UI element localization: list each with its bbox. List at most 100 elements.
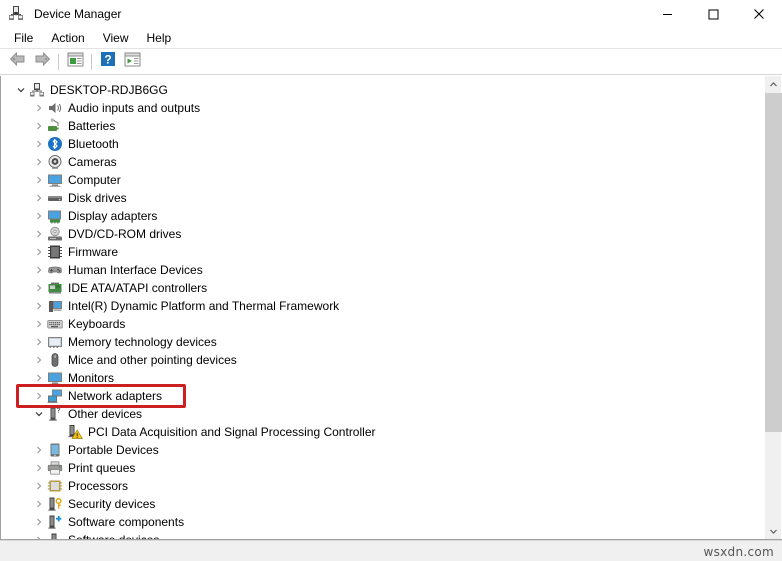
tree-item-label: Mice and other pointing devices (68, 351, 237, 369)
menu-help[interactable]: Help (138, 28, 181, 48)
chevron-right-icon[interactable] (31, 279, 47, 297)
chevron-right-icon[interactable] (31, 153, 47, 171)
back-button[interactable] (6, 51, 30, 73)
tree-item-disk-drives[interactable]: Disk drives (1, 189, 759, 207)
chevron-right-icon[interactable] (31, 387, 47, 405)
chevron-right-icon[interactable] (31, 351, 47, 369)
chevron-down-icon[interactable] (13, 81, 29, 99)
tree-item-portable-devices[interactable]: Portable Devices (1, 441, 759, 459)
minimize-button[interactable] (644, 0, 690, 28)
chevron-right-icon[interactable] (31, 441, 47, 459)
tree-item-intel-dynamic-platform-and-thermal-framework[interactable]: Intel(R) Dynamic Platform and Thermal Fr… (1, 297, 759, 315)
tree-item-processors[interactable]: Processors (1, 477, 759, 495)
tree-item-keyboards[interactable]: Keyboards (1, 315, 759, 333)
chevron-right-icon[interactable] (31, 333, 47, 351)
tree-item-label: Human Interface Devices (68, 261, 203, 279)
tree-item-audio-inputs-and-outputs[interactable]: Audio inputs and outputs (1, 99, 759, 117)
vertical-scrollbar[interactable] (764, 76, 781, 540)
chevron-right-icon[interactable] (31, 171, 47, 189)
properties-button[interactable] (63, 51, 87, 73)
device-tree-panel[interactable]: DESKTOP-RDJB6GG Audio inputs and outputs (1, 76, 759, 540)
other-device-icon: ? (47, 406, 63, 422)
maximize-button[interactable] (690, 0, 736, 28)
tree-item-label: Batteries (68, 117, 115, 135)
chevron-right-icon[interactable] (31, 297, 47, 315)
help-question-icon: ? (100, 51, 116, 72)
tree-item-mice-and-other-pointing-devices[interactable]: Mice and other pointing devices (1, 351, 759, 369)
ide-controller-icon (47, 280, 63, 296)
tree-item-label: Monitors (68, 369, 114, 387)
computer-root-icon (29, 82, 45, 98)
tree-item-computer[interactable]: Computer (1, 171, 759, 189)
software-component-icon (47, 514, 63, 530)
tree-item-ide-ata-atapi-controllers[interactable]: IDE ATA/ATAPI controllers (1, 279, 759, 297)
tree-item-cameras[interactable]: Cameras (1, 153, 759, 171)
tree-item-label: Memory technology devices (68, 333, 217, 351)
tree-item-pci-data-acquisition-and-signal-processing-controller[interactable]: PCI Data Acquisition and Signal Processi… (1, 423, 759, 441)
tree-item-other-devices[interactable]: ? Other devices (1, 405, 759, 423)
chevron-right-icon[interactable] (31, 369, 47, 387)
chevron-right-icon[interactable] (31, 243, 47, 261)
forward-button[interactable] (30, 51, 54, 73)
chevron-right-icon[interactable] (31, 477, 47, 495)
chevron-right-icon[interactable] (31, 513, 47, 531)
tree-item-label: Disk drives (68, 189, 127, 207)
memory-icon (47, 334, 63, 350)
tree-item-security-devices[interactable]: Security devices (1, 495, 759, 513)
tree-item-network-adapters[interactable]: Network adapters (1, 387, 759, 405)
device-manager-icon (8, 5, 26, 23)
tree-item-dvd-cdrom-drives[interactable]: DVD/CD-ROM drives (1, 225, 759, 243)
close-button[interactable] (736, 0, 782, 28)
scan-hardware-icon (124, 52, 141, 72)
battery-icon (47, 118, 63, 134)
menu-view[interactable]: View (94, 28, 138, 48)
tree-item-bluetooth[interactable]: Bluetooth (1, 135, 759, 153)
chevron-right-icon[interactable] (31, 459, 47, 477)
tree-item-batteries[interactable]: Batteries (1, 117, 759, 135)
chevron-right-icon[interactable] (31, 189, 47, 207)
processor-icon (47, 478, 63, 494)
tree-item-software-components[interactable]: Software components (1, 513, 759, 531)
scroll-down-button[interactable] (765, 523, 782, 540)
scrollbar-thumb[interactable] (765, 93, 782, 432)
unknown-device-warning-icon (67, 424, 83, 440)
tree-item-human-interface-devices[interactable]: Human Interface Devices (1, 261, 759, 279)
tree-root-desktop[interactable]: DESKTOP-RDJB6GG (1, 81, 759, 99)
chevron-right-icon[interactable] (31, 135, 47, 153)
toolbar: ? (0, 49, 782, 75)
tree-item-label: Computer (68, 171, 121, 189)
tree-item-print-queues[interactable]: Print queues (1, 459, 759, 477)
scroll-up-button[interactable] (765, 76, 782, 93)
tree-item-label: Firmware (68, 243, 118, 261)
chevron-down-icon[interactable] (31, 405, 47, 423)
menu-file[interactable]: File (5, 28, 42, 48)
scan-hardware-button[interactable] (120, 51, 144, 73)
disk-drive-icon (47, 190, 63, 206)
tree-item-label: Audio inputs and outputs (68, 99, 200, 117)
chevron-right-icon[interactable] (31, 117, 47, 135)
dvd-drive-icon (47, 226, 63, 242)
tree-item-label: Print queues (68, 459, 135, 477)
chevron-right-icon[interactable] (31, 315, 47, 333)
tree-item-monitors[interactable]: Monitors (1, 369, 759, 387)
network-adapter-icon (47, 388, 63, 404)
tree-item-label: Intel(R) Dynamic Platform and Thermal Fr… (68, 297, 339, 315)
tree-item-display-adapters[interactable]: Display adapters (1, 207, 759, 225)
chevron-right-icon[interactable] (31, 225, 47, 243)
tree-item-label: Other devices (68, 405, 142, 423)
chevron-right-icon[interactable] (31, 495, 47, 513)
arrow-left-icon (9, 51, 27, 72)
chevron-up-icon (769, 76, 778, 94)
tree-item-firmware[interactable]: Firmware (1, 243, 759, 261)
tree-item-label: Display adapters (68, 207, 157, 225)
firmware-icon (47, 244, 63, 260)
chevron-right-icon[interactable] (31, 207, 47, 225)
svg-text:?: ? (104, 53, 111, 67)
hid-icon (47, 262, 63, 278)
tree-item-memory-technology-devices[interactable]: Memory technology devices (1, 333, 759, 351)
chevron-right-icon[interactable] (31, 99, 47, 117)
menu-bar: File Action View Help (0, 28, 782, 49)
help-button[interactable]: ? (96, 51, 120, 73)
chevron-right-icon[interactable] (31, 261, 47, 279)
menu-action[interactable]: Action (42, 28, 93, 48)
